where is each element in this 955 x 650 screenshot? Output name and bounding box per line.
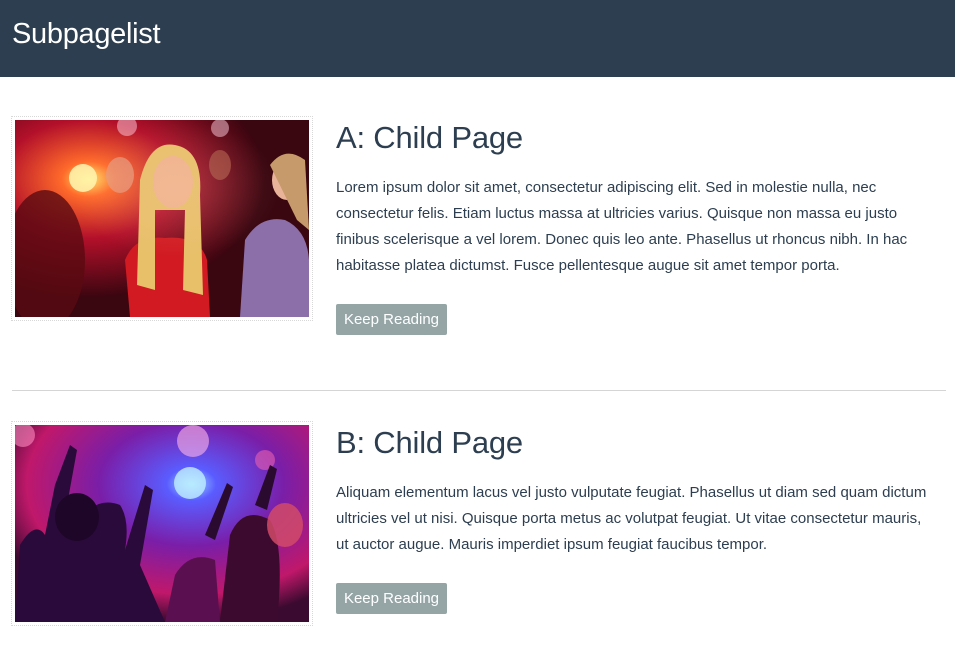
concert-crowd-photo[interactable] xyxy=(15,425,309,622)
party-photo[interactable] xyxy=(15,120,309,317)
keep-reading-button[interactable]: Keep Reading xyxy=(336,304,447,335)
entry-title[interactable]: B: Child Page xyxy=(336,425,523,461)
entry-excerpt: Lorem ipsum dolor sit amet, consectetur … xyxy=(336,179,908,274)
entry-excerpt: Aliquam elementum lacus vel justo vulput… xyxy=(336,484,927,553)
divider xyxy=(12,390,946,391)
subpage-entry: A: Child Page Lorem ipsum dolor sit amet… xyxy=(0,115,955,345)
entry-title[interactable]: A: Child Page xyxy=(336,120,523,156)
subpage-entry: B: Child Page Aliquam elementum lacus ve… xyxy=(0,420,955,650)
thumbnail-frame[interactable] xyxy=(11,116,313,321)
page-header: Subpagelist xyxy=(0,0,955,77)
thumbnail-frame[interactable] xyxy=(11,421,313,626)
keep-reading-button[interactable]: Keep Reading xyxy=(336,583,447,614)
page-title: Subpagelist xyxy=(12,18,161,50)
